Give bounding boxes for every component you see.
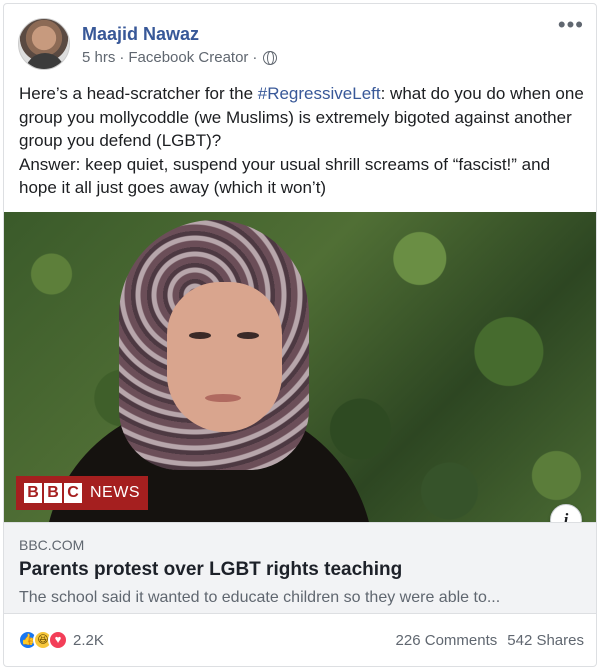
bbc-letter: B — [44, 483, 62, 503]
more-options-icon[interactable]: ••• — [558, 14, 584, 36]
post-time[interactable]: 5 hrs — [82, 49, 115, 66]
post-text-answer: Answer: keep quiet, suspend your usual s… — [19, 154, 551, 198]
link-description: The school said it wanted to educate chi… — [19, 589, 501, 606]
hashtag-link[interactable]: #RegressiveLeft — [258, 84, 381, 103]
bbc-letter: B — [24, 483, 42, 503]
eye-right — [237, 332, 259, 339]
meta-separator: · — [119, 49, 125, 66]
bbc-letter: C — [64, 483, 82, 503]
bbc-news-word: NEWS — [90, 484, 140, 501]
love-icon: ♥ — [48, 630, 68, 650]
shares-count[interactable]: 542 Shares — [507, 632, 584, 649]
link-preview-image[interactable]: B B C NEWS — [4, 212, 596, 522]
link-preview[interactable]: BBC.COM Parents protest over LGBT rights… — [4, 522, 596, 614]
reaction-count[interactable]: 2.2K — [73, 632, 104, 649]
mouth — [205, 394, 241, 402]
reactions-summary[interactable]: 👍 😆 ♥ 2.2K — [18, 630, 104, 650]
post-text: Here’s a head-scratcher for the #Regress… — [19, 82, 587, 200]
bbc-news-logo: B B C NEWS — [16, 476, 148, 510]
globe-icon[interactable] — [263, 50, 278, 65]
link-domain: BBC.COM — [19, 537, 85, 553]
avatar[interactable] — [18, 18, 70, 70]
face-shape — [167, 282, 282, 432]
post-meta: 5 hrs · Facebook Creator · — [82, 49, 278, 66]
post-card: Maajid Nawaz 5 hrs · Facebook Creator · … — [3, 3, 597, 667]
post-header: Maajid Nawaz 5 hrs · Facebook Creator · … — [4, 4, 596, 84]
eye-left — [189, 332, 211, 339]
meta-separator-2: · — [252, 49, 258, 66]
avatar-shirt — [25, 53, 65, 69]
post-source: Facebook Creator — [128, 49, 249, 66]
post-footer: 👍 😆 ♥ 2.2K 226 Comments 542 Shares — [4, 616, 596, 666]
link-title[interactable]: Parents protest over LGBT rights teachin… — [19, 559, 402, 581]
comments-count[interactable]: 226 Comments — [396, 632, 498, 649]
author-name[interactable]: Maajid Nawaz — [82, 24, 199, 45]
post-text-intro: Here’s a head-scratcher for the — [19, 84, 258, 103]
engagement-counts: 226 Comments 542 Shares — [396, 632, 584, 649]
